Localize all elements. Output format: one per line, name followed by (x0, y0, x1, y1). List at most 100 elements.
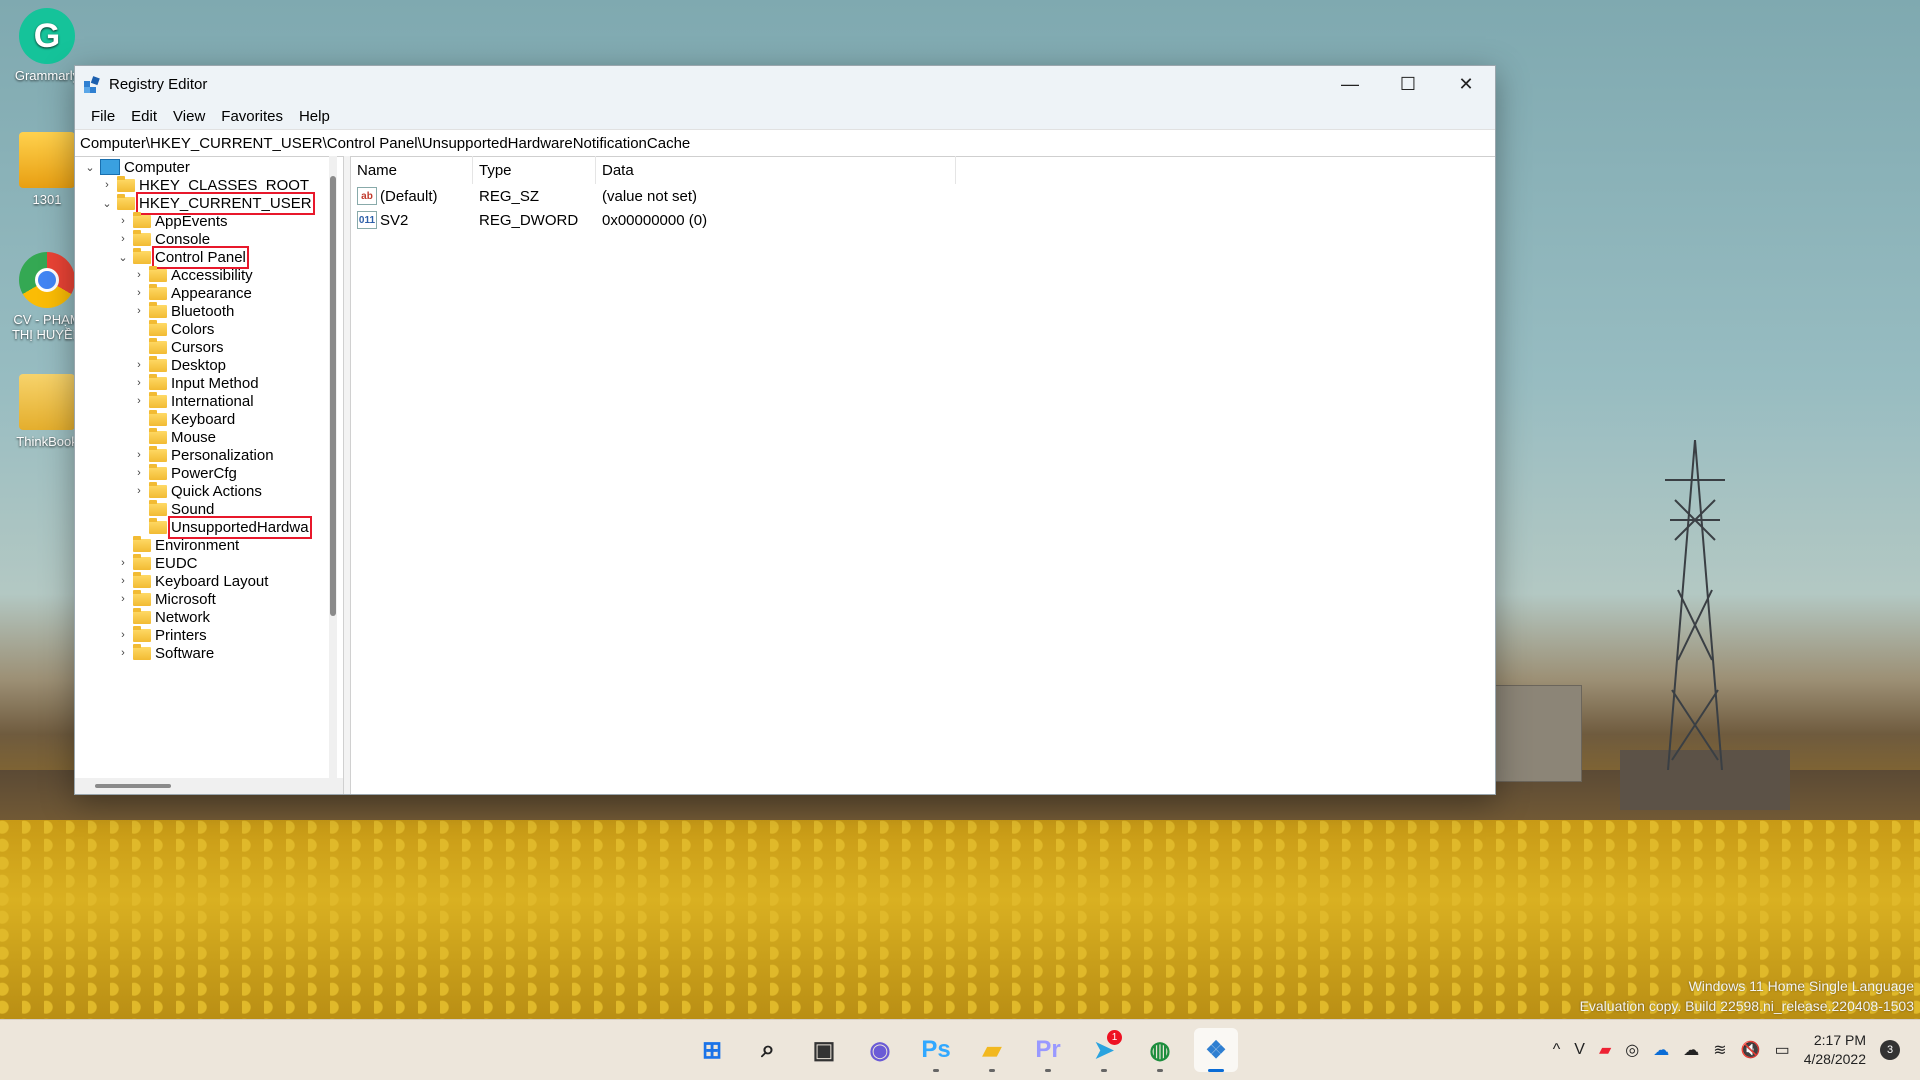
task-view-taskbar-button[interactable]: ▣ (802, 1028, 846, 1072)
value-row[interactable]: ab (Default) REG_SZ (value not set) (351, 184, 1495, 208)
maximize-button[interactable]: ☐ (1379, 66, 1437, 103)
chevron-right-icon[interactable]: › (116, 647, 130, 659)
battery-icon[interactable]: ▭ (1775, 1040, 1790, 1060)
chevron-right-icon[interactable]: › (132, 305, 146, 317)
running-indicator (1208, 1069, 1224, 1072)
tree-node-label: HKEY_CURRENT_USER (136, 191, 315, 215)
chevron-down-icon[interactable]: ⌄ (116, 251, 130, 264)
windows-watermark: Windows 11 Home Single Language Evaluati… (1580, 976, 1914, 1016)
title-bar[interactable]: Registry Editor — ☐ ✕ (75, 66, 1495, 103)
search-taskbar-button[interactable]: ⌕ (746, 1028, 790, 1072)
value-type: REG_DWORD (479, 211, 579, 229)
running-indicator (1045, 1069, 1051, 1072)
running-indicator (1101, 1069, 1107, 1072)
values-list-pane[interactable]: Name Type Data ab (Default) REG_SZ (valu… (351, 156, 1495, 794)
folder-icon (149, 355, 167, 372)
menu-view[interactable]: View (165, 108, 213, 125)
chevron-down-icon[interactable]: ⌄ (100, 197, 114, 210)
folder-icon (133, 589, 151, 606)
menu-help[interactable]: Help (291, 108, 338, 125)
tree-node-label: HKEY_CLASSES_ROOT (139, 176, 310, 194)
tree-node-label: Console (155, 230, 211, 248)
minimize-button[interactable]: — (1321, 66, 1379, 103)
unread-badge: 1 (1107, 1030, 1122, 1045)
onedrive-icon[interactable]: ☁ (1653, 1040, 1669, 1060)
pane-splitter[interactable] (344, 156, 351, 794)
scrollbar-thumb[interactable] (330, 176, 336, 616)
value-name: (Default) (380, 187, 438, 205)
column-header-type[interactable]: Type (473, 156, 596, 184)
folder-icon (19, 374, 75, 430)
clock[interactable]: 2:17 PM 4/28/2022 (1804, 1031, 1866, 1069)
chevron-down-icon[interactable]: ⌄ (83, 161, 97, 174)
chevron-right-icon[interactable]: › (116, 629, 130, 641)
file-explorer-taskbar-button[interactable]: ▰ (970, 1028, 1014, 1072)
menu-favorites[interactable]: Favorites (213, 108, 291, 125)
vivaldi-tray-icon[interactable]: V (1574, 1041, 1585, 1059)
chevron-right-icon[interactable]: › (132, 395, 146, 407)
folder-icon (117, 175, 135, 192)
chat-taskbar-button[interactable]: ◉ (858, 1028, 902, 1072)
chevron-right-icon[interactable]: › (116, 233, 130, 245)
registry-editor-window: Registry Editor — ☐ ✕ File Edit View Fav… (74, 65, 1496, 795)
cloud-icon[interactable]: ☁ (1683, 1040, 1699, 1060)
chevron-right-icon[interactable]: › (132, 485, 146, 497)
folder-icon (133, 571, 151, 588)
folder-icon (133, 247, 151, 264)
photoshop-taskbar-button[interactable]: Ps (914, 1028, 958, 1072)
chevron-right-icon[interactable]: › (132, 269, 146, 281)
volume-muted-icon[interactable]: 🔇 (1741, 1040, 1761, 1060)
tree-vertical-scrollbar[interactable] (329, 156, 337, 778)
file-explorer-icon: ▰ (982, 1036, 1002, 1064)
security-tray-icon[interactable]: ◎ (1625, 1040, 1639, 1060)
chevron-right-icon[interactable]: › (132, 467, 146, 479)
telegram-taskbar-button[interactable]: ➤ 1 (1082, 1028, 1126, 1072)
anydesk-tray-icon[interactable]: ▰ (1599, 1040, 1611, 1060)
folder-icon (149, 517, 167, 534)
chevron-right-icon[interactable]: › (132, 287, 146, 299)
value-type: REG_SZ (479, 187, 540, 205)
column-header-data[interactable]: Data (596, 156, 956, 184)
chrome-taskbar-button[interactable]: ◍ (1138, 1028, 1182, 1072)
chevron-right-icon[interactable]: › (116, 215, 130, 227)
menu-edit[interactable]: Edit (123, 108, 165, 125)
folder-icon (149, 409, 167, 426)
computer-icon (100, 159, 120, 175)
address-bar[interactable]: Computer\HKEY_CURRENT_USER\Control Panel… (75, 129, 1495, 157)
close-button[interactable]: ✕ (1437, 66, 1495, 103)
folder-icon (133, 535, 151, 552)
scrollbar-thumb[interactable] (95, 784, 171, 788)
registry-editor-icon: ❖ (1205, 1036, 1227, 1064)
tree-node[interactable]: › Software (116, 642, 214, 664)
premiere-taskbar-button[interactable]: Pr (1026, 1028, 1070, 1072)
photoshop-icon: Ps (921, 1036, 951, 1063)
tree-horizontal-scrollbar[interactable] (75, 778, 343, 794)
chevron-right-icon[interactable]: › (100, 179, 114, 191)
registry-editor-taskbar-button[interactable]: ❖ (1194, 1028, 1238, 1072)
value-row[interactable]: 011 SV2 REG_DWORD 0x00000000 (0) (351, 208, 1495, 232)
chevron-right-icon[interactable]: › (116, 557, 130, 569)
value-name: SV2 (380, 211, 409, 229)
address-path[interactable]: Computer\HKEY_CURRENT_USER\Control Panel… (80, 135, 690, 152)
show-hidden-icons-icon[interactable]: ^ (1553, 1041, 1561, 1059)
chevron-right-icon[interactable]: › (132, 449, 146, 461)
column-header-name[interactable]: Name (351, 156, 473, 184)
value-name-cell: 011 SV2 (351, 211, 473, 229)
folder-icon (133, 211, 151, 228)
registry-tree-pane[interactable]: ⌄ Computer › HKEY_CLASSES_ROOT ⌄ HKEY_CURRENT… (75, 156, 344, 794)
folder-icon (133, 643, 151, 660)
tree-node-label: Personalization (171, 446, 274, 464)
chevron-right-icon[interactable]: › (132, 377, 146, 389)
chevron-right-icon[interactable]: › (116, 593, 130, 605)
menu-file[interactable]: File (83, 108, 123, 125)
notification-count-badge[interactable]: 3 (1880, 1040, 1900, 1060)
wifi-icon[interactable]: ≋ (1713, 1040, 1726, 1060)
start-taskbar-button[interactable]: ⊞ (690, 1028, 734, 1072)
value-data: (value not set) (602, 187, 698, 205)
tree-node-label: EUDC (155, 554, 198, 572)
tree-node-label: International (171, 392, 254, 410)
folder-icon (19, 132, 75, 188)
running-indicator (933, 1069, 939, 1072)
chevron-right-icon[interactable]: › (132, 359, 146, 371)
chevron-right-icon[interactable]: › (116, 575, 130, 587)
